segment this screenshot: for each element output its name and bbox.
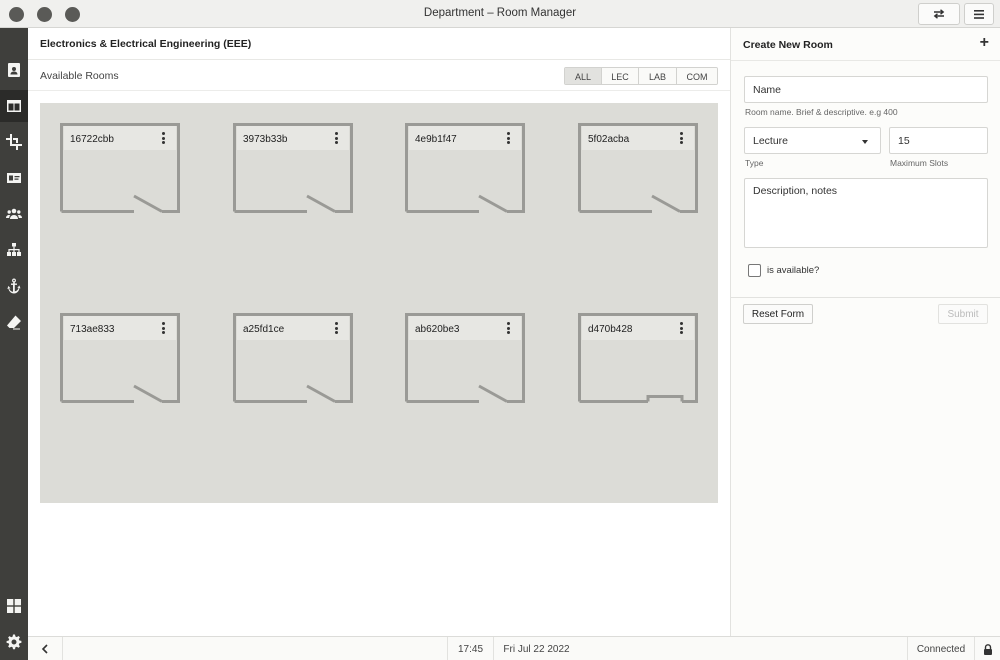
- room-id: 4e9b1f47: [415, 134, 457, 145]
- lock-button[interactable]: [974, 637, 1000, 660]
- window-title: Department – Room Manager: [423, 7, 577, 19]
- status-time: 17:45: [447, 637, 493, 660]
- filter-com[interactable]: COM: [677, 68, 717, 84]
- room-card-header: 3973b33b: [237, 126, 349, 150]
- sidebar-item-crop[interactable]: [0, 126, 28, 158]
- swap-button[interactable]: [918, 3, 960, 25]
- back-button[interactable]: [28, 637, 62, 660]
- status-divider: [62, 637, 63, 660]
- sidebar-item-dashboard[interactable]: [0, 590, 28, 622]
- chevron-down-icon: [862, 140, 868, 144]
- dashboard-icon: [7, 599, 21, 613]
- room-card-header: ab620be3: [409, 316, 521, 340]
- room-card-header: a25fd1ce: [237, 316, 349, 340]
- kebab-menu-icon[interactable]: [505, 321, 511, 335]
- filter-lec[interactable]: LEC: [602, 68, 639, 84]
- description-textarea[interactable]: Description, notes: [744, 178, 988, 248]
- hamburger-icon: [974, 9, 984, 19]
- anchor-icon: [7, 278, 21, 294]
- room-card-header: 5f02acba: [582, 126, 694, 150]
- max-slots-input[interactable]: 15: [889, 127, 988, 154]
- room-card[interactable]: ab620be3: [405, 313, 525, 403]
- room-id: ab620be3: [415, 324, 460, 335]
- room-id: 713ae833: [70, 324, 115, 335]
- lock-icon: [983, 643, 992, 655]
- room-card[interactable]: 3973b33b: [233, 123, 353, 213]
- room-grid: 16722cbb 3973b33b 4e9b1f47 5f02acba 713a…: [40, 103, 718, 503]
- sidebar: [0, 28, 28, 660]
- menu-button[interactable]: [964, 3, 994, 25]
- eraser-icon: [7, 315, 21, 330]
- filter-lab[interactable]: LAB: [639, 68, 677, 84]
- room-card-header: 713ae833: [64, 316, 176, 340]
- sidebar-item-layout[interactable]: [0, 90, 28, 122]
- id-card-icon: [7, 173, 21, 183]
- swap-icon: [933, 9, 945, 19]
- sidebar-item-contacts[interactable]: [0, 54, 28, 86]
- is-available-label: is available?: [767, 265, 820, 276]
- connection-status: Connected: [907, 637, 974, 660]
- room-id: 16722cbb: [70, 134, 114, 145]
- reset-form-button[interactable]: Reset Form: [743, 304, 813, 324]
- room-id: 5f02acba: [588, 134, 630, 145]
- app-window: Department – Room Manager Electronics & …: [0, 0, 1000, 660]
- kebab-menu-icon[interactable]: [333, 321, 339, 335]
- kebab-menu-icon[interactable]: [160, 321, 166, 335]
- kebab-menu-icon[interactable]: [160, 131, 166, 145]
- plus-icon[interactable]: +: [980, 34, 989, 52]
- chevron-left-icon: [41, 644, 48, 654]
- kebab-menu-icon[interactable]: [505, 131, 511, 145]
- room-type-hint: Type: [745, 158, 764, 168]
- is-available-checkbox[interactable]: [748, 264, 761, 277]
- room-card-header: 4e9b1f47: [409, 126, 521, 150]
- title-bar: Department – Room Manager: [0, 0, 1000, 28]
- room-type-filter: ALL LEC LAB COM: [564, 67, 718, 85]
- gear-icon: [6, 634, 22, 650]
- department-title: Electronics & Electrical Engineering (EE…: [40, 38, 252, 50]
- room-card-header: 16722cbb: [64, 126, 176, 150]
- status-bar: 17:45 Fri Jul 22 2022 Connected: [28, 636, 1000, 660]
- room-card[interactable]: d470b428: [578, 313, 698, 403]
- sidebar-item-eraser[interactable]: [0, 306, 28, 338]
- panel-title: Create New Room: [743, 39, 833, 51]
- panel-divider: [731, 297, 1000, 298]
- available-rooms-label: Available Rooms: [40, 70, 119, 82]
- create-room-panel: Create New Room + Name Room name. Brief …: [730, 28, 1000, 636]
- kebab-menu-icon[interactable]: [333, 131, 339, 145]
- rooms-subheader: Available Rooms ALL LEC LAB COM: [28, 61, 730, 91]
- room-name-hint: Room name. Brief & descriptive. e.g 400: [745, 107, 898, 117]
- room-card[interactable]: 713ae833: [60, 313, 180, 403]
- contact-book-icon: [8, 63, 20, 77]
- sitemap-icon: [7, 243, 21, 256]
- room-type-value: Lecture: [753, 134, 789, 147]
- sidebar-item-idcard[interactable]: [0, 162, 28, 194]
- status-date: Fri Jul 22 2022: [493, 637, 579, 660]
- main-content: Electronics & Electrical Engineering (EE…: [28, 28, 730, 636]
- kebab-menu-icon[interactable]: [678, 321, 684, 335]
- room-id: d470b428: [588, 324, 633, 335]
- sidebar-item-users[interactable]: [0, 198, 28, 230]
- filter-all[interactable]: ALL: [565, 68, 602, 84]
- submit-button[interactable]: Submit: [938, 304, 988, 324]
- sidebar-item-anchor[interactable]: [0, 270, 28, 302]
- users-icon: [6, 208, 22, 219]
- sidebar-item-hierarchy[interactable]: [0, 234, 28, 266]
- kebab-menu-icon[interactable]: [678, 131, 684, 145]
- columns-icon: [7, 100, 21, 112]
- crop-icon: [6, 134, 22, 150]
- room-card[interactable]: 5f02acba: [578, 123, 698, 213]
- sidebar-item-settings[interactable]: [0, 626, 28, 658]
- room-card[interactable]: 4e9b1f47: [405, 123, 525, 213]
- room-id: 3973b33b: [243, 134, 288, 145]
- max-slots-hint: Maximum Slots: [890, 158, 949, 168]
- room-card[interactable]: a25fd1ce: [233, 313, 353, 403]
- room-card-header: d470b428: [582, 316, 694, 340]
- panel-header: Create New Room +: [731, 28, 1000, 61]
- department-header: Electronics & Electrical Engineering (EE…: [28, 28, 730, 60]
- room-card[interactable]: 16722cbb: [60, 123, 180, 213]
- room-name-input[interactable]: Name: [744, 76, 988, 103]
- room-type-select[interactable]: Lecture: [744, 127, 881, 154]
- room-id: a25fd1ce: [243, 324, 285, 335]
